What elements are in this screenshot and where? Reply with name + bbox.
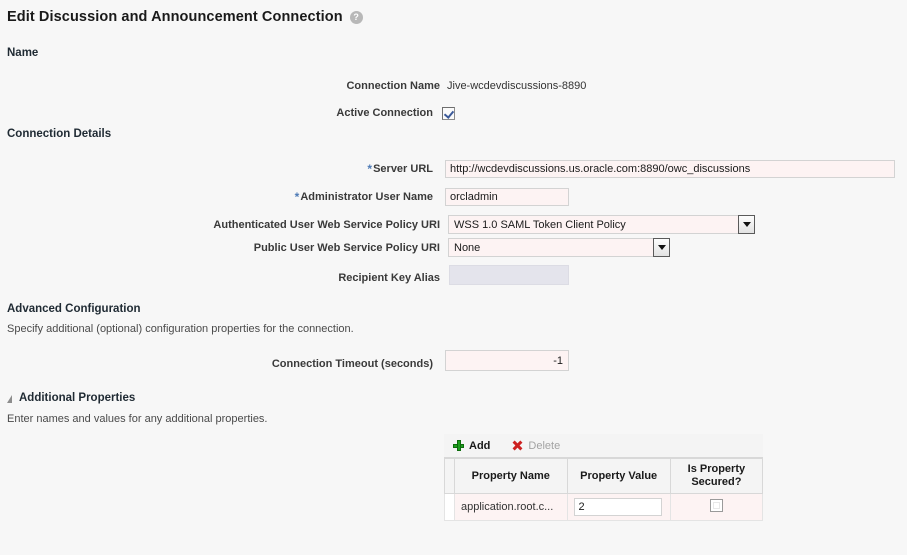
recipient-key-label: Recipient Key Alias (338, 272, 447, 284)
additional-properties-table: Property Name Property Value Is Property… (444, 458, 763, 521)
page-header: Edit Discussion and Announcement Connect… (7, 9, 363, 25)
auth-policy-label: Authenticated User Web Service Policy UR… (213, 219, 447, 231)
public-policy-select[interactable]: None (448, 238, 670, 257)
triangle-expanded-icon (7, 395, 12, 403)
active-connection-label: Active Connection (336, 107, 440, 119)
auth-policy-selected-value: WSS 1.0 SAML Token Client Policy (448, 215, 738, 234)
field-row-admin-user: * Administrator User Name (0, 187, 440, 207)
delete-button-label: Delete (528, 440, 560, 452)
cell-is-property-secured[interactable] (670, 494, 762, 521)
column-header-is-property-secured[interactable]: Is Property Secured? (670, 459, 762, 494)
section-heading-connection-details: Connection Details (7, 128, 111, 140)
field-row-server-url: * Server URL (0, 159, 440, 179)
column-header-property-value[interactable]: Property Value (567, 459, 670, 494)
cell-property-name[interactable]: application.root.c... (454, 494, 567, 521)
server-url-input[interactable] (445, 160, 895, 178)
property-value-input[interactable] (574, 498, 662, 516)
field-row-auth-policy: Authenticated User Web Service Policy UR… (0, 215, 447, 235)
server-url-label: Server URL (373, 163, 440, 175)
add-property-button[interactable]: Add (453, 440, 490, 452)
active-connection-wrap (442, 103, 455, 123)
required-indicator: * (295, 192, 300, 203)
is-property-secured-checkbox[interactable] (710, 499, 723, 512)
cell-property-value[interactable] (567, 494, 670, 521)
admin-user-label: Administrator User Name (300, 191, 440, 203)
auth-policy-select[interactable]: WSS 1.0 SAML Token Client Policy (448, 215, 755, 234)
timeout-label: Connection Timeout (seconds) (272, 358, 440, 370)
field-row-public-policy: Public User Web Service Policy URI (0, 238, 447, 258)
field-row-connection-name: Connection Name (0, 76, 447, 96)
chevron-down-icon[interactable] (653, 238, 670, 257)
delete-property-button[interactable]: Delete (512, 440, 560, 452)
table-row[interactable]: application.root.c... (445, 494, 763, 521)
field-row-timeout: Connection Timeout (seconds) (0, 354, 440, 374)
chevron-down-icon[interactable] (738, 215, 755, 234)
additional-properties-note: Enter names and values for any additiona… (7, 413, 268, 425)
admin-user-input[interactable] (445, 188, 569, 206)
advanced-note: Specify additional (optional) configurat… (7, 323, 354, 335)
additional-properties-disclosure[interactable]: Additional Properties (7, 392, 135, 404)
required-indicator: * (367, 164, 372, 175)
public-policy-selected-value: None (448, 238, 653, 257)
connection-name-value: Jive-wcdevdiscussions-8890 (447, 80, 586, 92)
select-column-header (445, 459, 455, 494)
page-title: Edit Discussion and Announcement Connect… (7, 9, 343, 25)
field-row-recipient-key: Recipient Key Alias (0, 268, 447, 288)
row-select-cell[interactable] (445, 494, 455, 521)
plus-icon (453, 440, 464, 451)
column-header-property-name[interactable]: Property Name (454, 459, 567, 494)
section-heading-name: Name (7, 47, 38, 59)
recipient-key-input (449, 265, 569, 285)
public-policy-label: Public User Web Service Policy URI (254, 242, 447, 254)
connection-name-value-wrap: Jive-wcdevdiscussions-8890 (447, 76, 586, 96)
timeout-input[interactable] (445, 350, 569, 371)
property-name-text: application.root.c... (461, 501, 553, 513)
field-row-active-connection: Active Connection (0, 103, 440, 123)
properties-table-toolbar: Add Delete (444, 434, 763, 458)
connection-name-label: Connection Name (346, 80, 447, 92)
section-heading-additional-properties: Additional Properties (19, 392, 135, 404)
help-icon[interactable]: ? (350, 11, 363, 24)
section-heading-advanced: Advanced Configuration (7, 303, 141, 315)
add-button-label: Add (469, 440, 490, 452)
x-icon (512, 440, 523, 451)
active-connection-checkbox[interactable] (442, 107, 455, 120)
table-header-row: Property Name Property Value Is Property… (445, 459, 763, 494)
